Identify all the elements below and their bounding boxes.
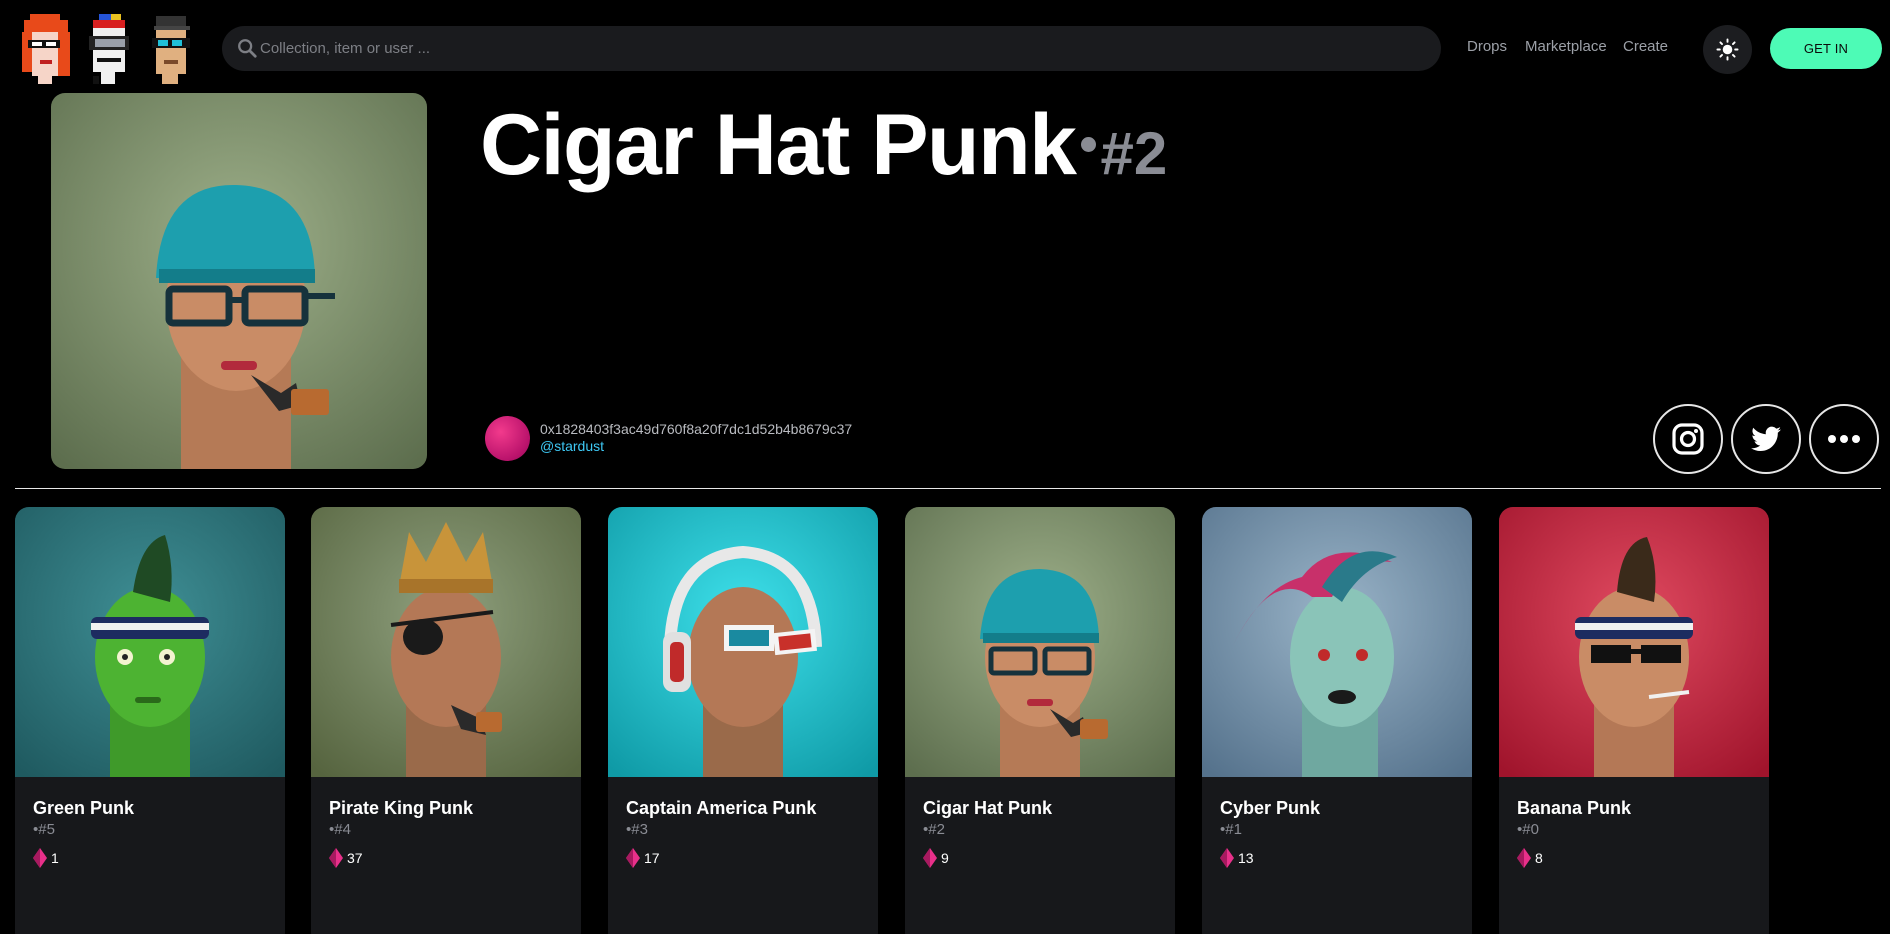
- owner-address[interactable]: 0x1828403f3ac49d760f8a20f7dc1d52b4b8679c…: [540, 421, 852, 437]
- section-divider: [15, 488, 1881, 489]
- twitter-icon: [1751, 426, 1781, 451]
- nft-card[interactable]: Captain America Punk •#3 17: [608, 507, 878, 934]
- more-options-button[interactable]: [1809, 404, 1879, 474]
- sun-icon: [1716, 38, 1739, 61]
- gem-icon: [1220, 848, 1234, 868]
- instagram-icon: [1672, 423, 1704, 455]
- card-price-value: 17: [644, 850, 660, 866]
- item-title: Cigar Hat Punk #2: [480, 96, 1167, 206]
- top-header: Drops Marketplace Create GET IN: [0, 0, 1890, 96]
- red-hair-punk-icon: [22, 14, 70, 84]
- card-artwork: [311, 507, 581, 777]
- card-artwork: [15, 507, 285, 777]
- cap-glasses-punk-icon: [152, 16, 190, 84]
- gem-icon: [923, 848, 937, 868]
- card-artwork: [1202, 507, 1472, 777]
- card-price-value: 9: [941, 850, 949, 866]
- card-id: •#3: [626, 821, 648, 838]
- item-name: Cigar Hat Punk: [480, 97, 1077, 193]
- logo[interactable]: [22, 12, 204, 84]
- gem-icon: [33, 848, 47, 868]
- gem-icon: [626, 848, 640, 868]
- search-icon: [238, 39, 257, 58]
- nft-card[interactable]: Banana Punk •#0 8: [1499, 507, 1769, 934]
- title-dot: [1081, 137, 1097, 152]
- more-icon: [1828, 435, 1860, 443]
- gem-icon: [329, 848, 343, 868]
- card-price-value: 37: [347, 850, 363, 866]
- owner-avatar[interactable]: [485, 416, 530, 461]
- nft-card[interactable]: Green Punk •#5 1: [15, 507, 285, 934]
- nft-card[interactable]: Pirate King Punk •#4 37: [311, 507, 581, 934]
- card-name: Green Punk: [33, 798, 135, 818]
- nft-card[interactable]: Cyber Punk •#1 13: [1202, 507, 1472, 934]
- card-name: Captain America Punk: [626, 798, 817, 818]
- nav-create[interactable]: Create: [1623, 38, 1668, 55]
- card-price-value: 8: [1535, 850, 1543, 866]
- card-id: •#0: [1517, 821, 1539, 838]
- card-price-value: 13: [1238, 850, 1254, 866]
- nav-marketplace[interactable]: Marketplace: [1525, 38, 1607, 55]
- card-name: Cigar Hat Punk: [923, 798, 1053, 818]
- nav-drops[interactable]: Drops: [1467, 38, 1507, 55]
- item-number: #2: [1100, 120, 1168, 187]
- card-id: •#5: [33, 821, 55, 838]
- nft-card[interactable]: Cigar Hat Punk •#2 9: [905, 507, 1175, 934]
- search-input[interactable]: [260, 26, 1430, 71]
- gem-icon: [1517, 848, 1531, 868]
- card-artwork: [608, 507, 878, 777]
- card-id: •#2: [923, 821, 945, 838]
- owner-handle[interactable]: @stardust: [540, 438, 604, 454]
- twitter-button[interactable]: [1731, 404, 1801, 474]
- item-artwork: [51, 93, 427, 469]
- theme-toggle-button[interactable]: [1703, 25, 1752, 74]
- card-name: Cyber Punk: [1220, 798, 1321, 818]
- instagram-button[interactable]: [1653, 404, 1723, 474]
- goggles-punk-icon: [89, 14, 129, 84]
- card-artwork: [1499, 507, 1769, 777]
- card-name: Banana Punk: [1517, 798, 1632, 818]
- search-bar[interactable]: [222, 26, 1441, 71]
- card-artwork: [905, 507, 1175, 777]
- get-in-button[interactable]: GET IN: [1770, 28, 1882, 69]
- card-name: Pirate King Punk: [329, 798, 474, 818]
- card-id: •#1: [1220, 821, 1242, 838]
- card-id: •#4: [329, 821, 351, 838]
- card-price-value: 1: [51, 850, 59, 866]
